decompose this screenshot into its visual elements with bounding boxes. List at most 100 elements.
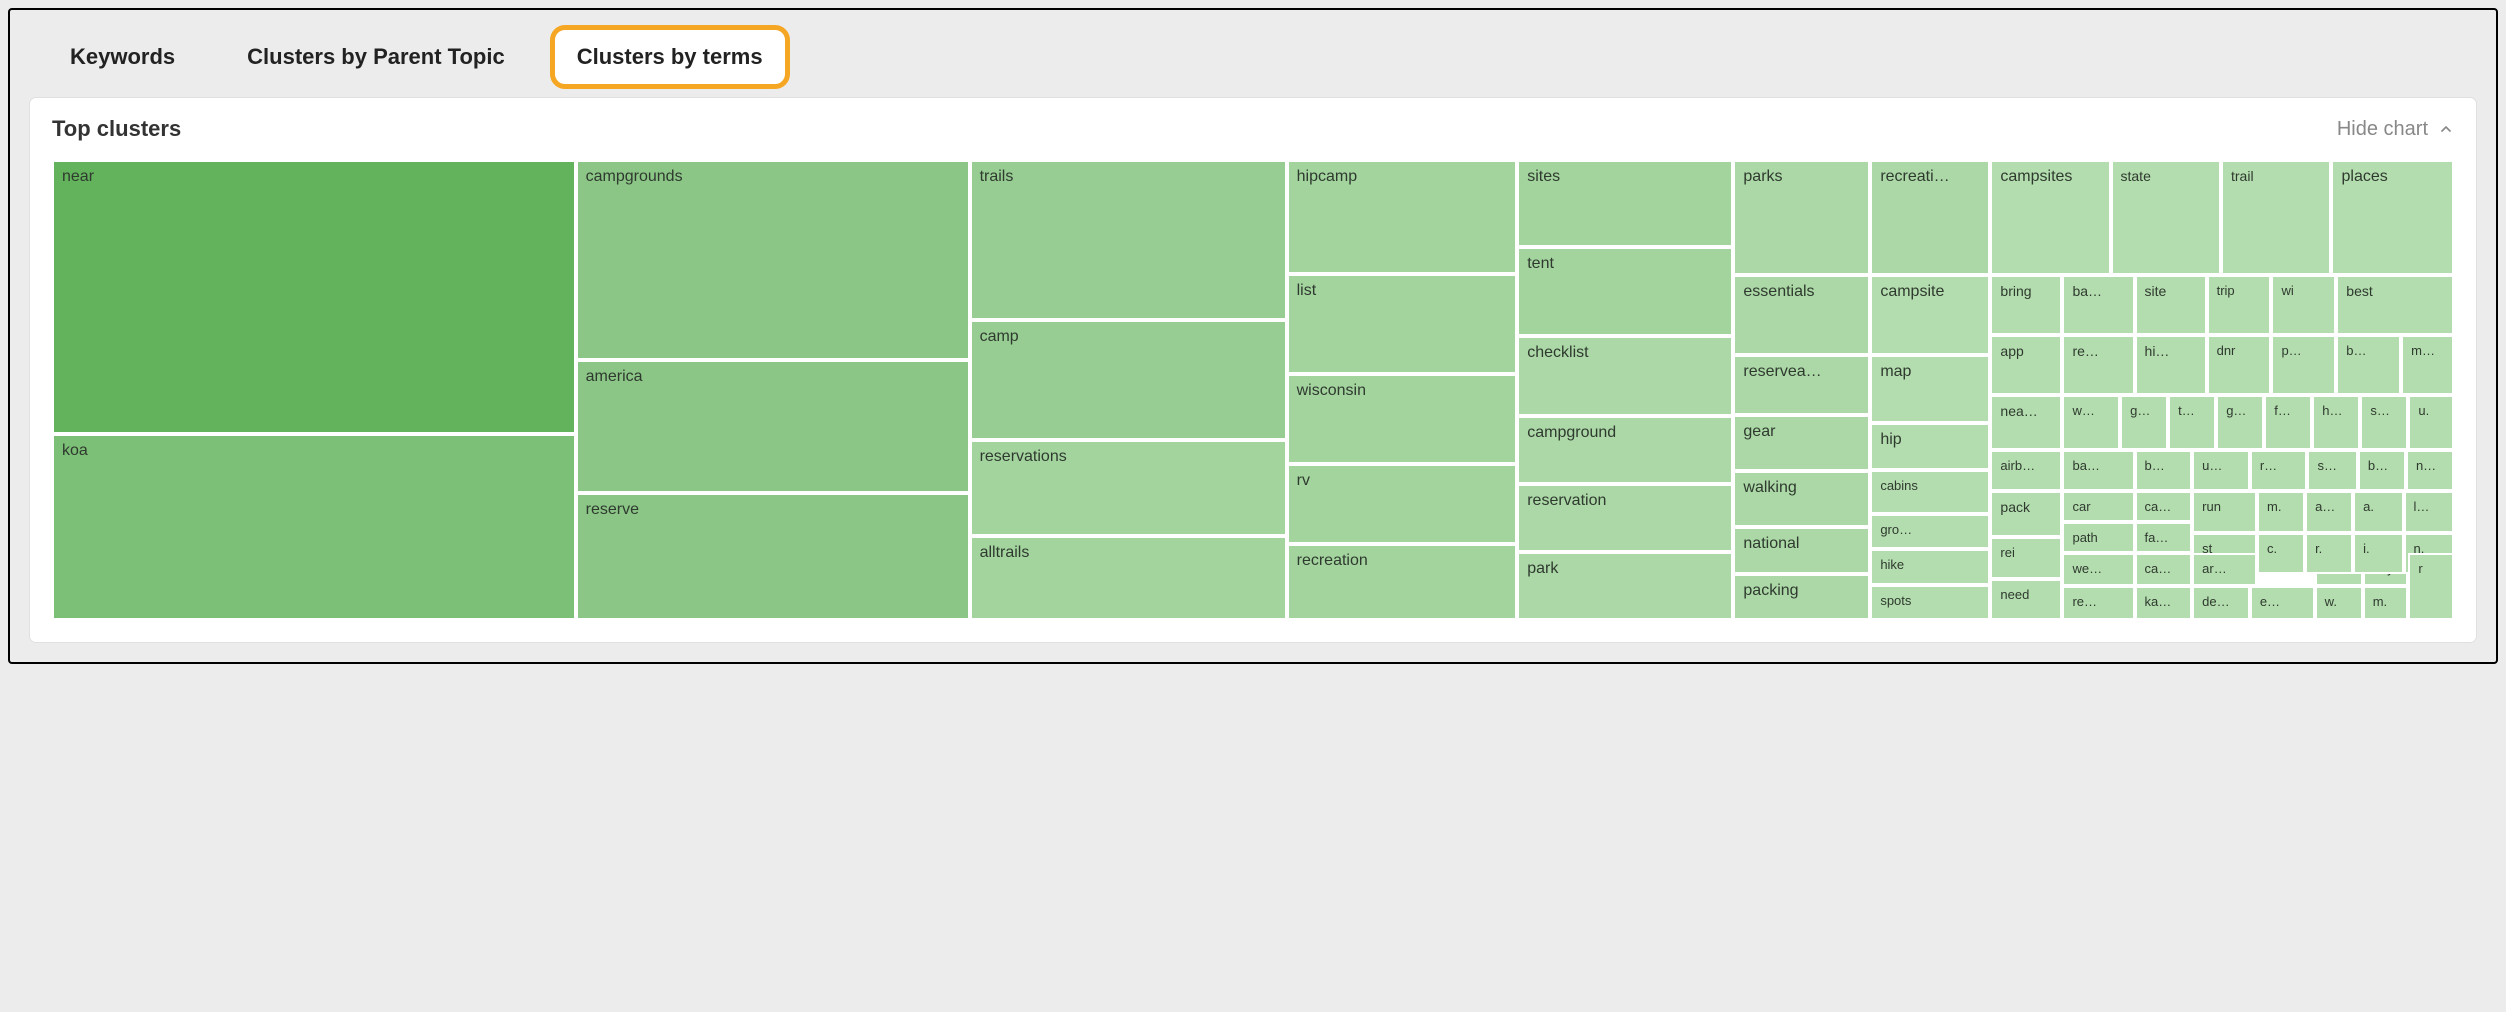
treemap-cell[interactable]: nea… [1990,395,2062,450]
treemap-cell[interactable]: rv [1287,464,1518,544]
treemap-cell[interactable]: reservation [1517,484,1733,552]
treemap-cell[interactable]: checklist [1517,336,1733,416]
treemap-cell[interactable]: r. [2305,533,2353,574]
treemap-cell[interactable]: alltrails [970,536,1287,620]
treemap-cell[interactable]: recreati… [1870,160,1990,275]
treemap-cell[interactable]: campsite [1870,275,1990,355]
treemap-cell[interactable]: a… [2305,491,2353,532]
treemap-cell[interactable]: state [2111,160,2221,275]
treemap-cell[interactable]: parks [1733,160,1870,275]
treemap-cell[interactable]: spots [1870,585,1990,620]
treemap-cell[interactable]: koa [52,434,576,620]
treemap-cell[interactable]: list [1287,274,1518,374]
treemap-cell[interactable]: ka… [2135,586,2193,620]
treemap-cell[interactable]: site [2135,275,2207,335]
treemap-cell[interactable]: america [576,360,970,493]
treemap-cell[interactable]: l… [2404,491,2454,532]
treemap-cell[interactable]: hipcamp [1287,160,1518,274]
treemap-cell[interactable]: s… [2360,395,2408,450]
treemap-cell[interactable]: fa… [2135,522,2193,553]
hide-chart-button[interactable]: Hide chart [2337,118,2454,141]
treemap-cell[interactable]: i. [2353,533,2403,574]
treemap-cell[interactable]: best [2336,275,2454,335]
treemap-cell[interactable]: h… [2312,395,2360,450]
treemap-cell[interactable]: app [1990,335,2062,395]
treemap-cell[interactable]: g… [2216,395,2264,450]
treemap-cell[interactable]: w… [2062,395,2120,450]
treemap-cell[interactable]: path [2062,522,2134,553]
treemap-cell[interactable]: campsites [1990,160,2110,275]
treemap-cell[interactable]: b… [2135,450,2193,491]
treemap-cell[interactable]: u. [2408,395,2454,450]
treemap-cell[interactable]: u… [2192,450,2250,491]
treemap-cell[interactable]: m… [2401,335,2454,395]
treemap-cell[interactable]: c. [2257,533,2305,574]
treemap-cell[interactable]: places [2331,160,2454,275]
treemap-cell[interactable]: re… [2062,586,2134,620]
treemap-cell[interactable]: map [1870,355,1990,423]
treemap-cell[interactable]: ca… [2135,491,2193,522]
treemap-cell[interactable]: hip [1870,423,1990,470]
treemap-cell[interactable]: ar… [2192,553,2257,587]
treemap-cell[interactable]: trail [2221,160,2331,275]
treemap-cell[interactable]: we… [2062,553,2134,587]
treemap-cell[interactable]: m. [2363,586,2409,620]
treemap-cell[interactable]: e… [2250,586,2315,620]
treemap-cell[interactable]: campground [1517,416,1733,484]
treemap-cell[interactable]: run [2192,491,2257,532]
treemap-cell[interactable]: ba… [2062,450,2134,491]
treemap-cell[interactable]: bring [1990,275,2062,335]
treemap-cell[interactable]: national [1733,527,1870,573]
tab-keywords[interactable]: Keywords [48,30,197,84]
treemap-cell[interactable]: g… [2120,395,2168,450]
tab-clusters-terms[interactable]: Clusters by terms [555,30,785,84]
treemap-cell[interactable]: re… [2062,335,2134,395]
treemap-cell[interactable]: t… [2168,395,2216,450]
chevron-up-icon [2438,121,2454,137]
treemap-cell[interactable]: n… [2406,450,2454,491]
treemap-cell[interactable]: trip [2207,275,2272,335]
treemap-cell[interactable]: b… [2336,335,2401,395]
treemap-cell[interactable]: s… [2307,450,2357,491]
treemap-cell[interactable]: trails [970,160,1287,320]
treemap-cell[interactable]: airb… [1990,450,2062,491]
treemap-cell[interactable]: de… [2192,586,2250,620]
treemap-cell[interactable]: tent [1517,247,1733,336]
treemap-cell[interactable]: campgrounds [576,160,970,360]
treemap-cell[interactable]: reserve [576,493,970,620]
treemap-cell[interactable]: sites [1517,160,1733,247]
treemap-cell[interactable]: dnr [2207,335,2272,395]
treemap-cell[interactable]: ba… [2062,275,2134,335]
treemap-cell[interactable]: camp [970,320,1287,440]
treemap-cell[interactable]: ca… [2135,553,2193,587]
treemap-cell[interactable]: cabins [1870,470,1990,514]
treemap-cell[interactable]: gear [1733,415,1870,471]
treemap-cell[interactable]: a. [2353,491,2403,532]
treemap-cell[interactable]: packing [1733,574,1870,620]
treemap-cell[interactable]: r… [2250,450,2308,491]
treemap-cell[interactable]: f… [2264,395,2312,450]
treemap-cell[interactable]: near [52,160,576,434]
treemap-cell[interactable]: rei [1990,537,2062,578]
treemap-cell[interactable]: b… [2358,450,2406,491]
treemap-cell[interactable]: park [1517,552,1733,620]
treemap-cell[interactable]: reservations [970,440,1287,536]
treemap-cell[interactable]: recreation [1287,544,1518,620]
treemap-cell[interactable]: hi… [2135,335,2207,395]
treemap-cell[interactable]: m. [2257,491,2305,532]
treemap-cell[interactable]: wisconsin [1287,374,1518,464]
treemap-cell[interactable]: walking [1733,471,1870,527]
treemap-cell[interactable]: p… [2271,335,2336,395]
treemap-cell[interactable]: hike [1870,549,1990,584]
treemap-cell[interactable]: reservea… [1733,355,1870,415]
treemap-chart[interactable]: nearkoacampgroundsamericareservetrailsca… [52,160,2454,620]
treemap-cell[interactable]: need [1990,579,2062,620]
treemap-cell[interactable]: car [2062,491,2134,522]
tab-clusters-parent[interactable]: Clusters by Parent Topic [225,30,527,84]
treemap-cell[interactable]: gro… [1870,514,1990,549]
treemap-cell[interactable]: r [2408,553,2454,620]
treemap-cell[interactable]: w. [2315,586,2363,620]
treemap-cell[interactable]: wi [2271,275,2336,335]
treemap-cell[interactable]: pack [1990,491,2062,537]
treemap-cell[interactable]: essentials [1733,275,1870,355]
